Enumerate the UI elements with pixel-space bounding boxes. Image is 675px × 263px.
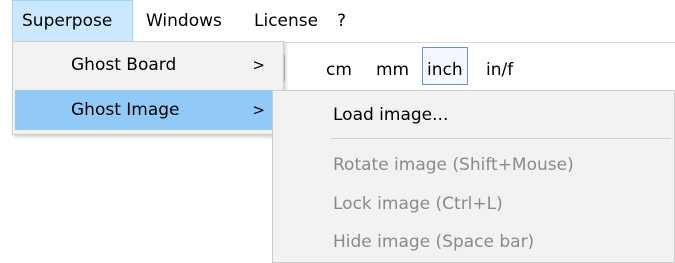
unit-inf-button[interactable]: in/f [482, 55, 517, 85]
menu-item-load-image[interactable]: Load image... [275, 95, 673, 135]
menu-item-label: Ghost Board [71, 55, 177, 75]
unit-toolbar: cm mm inch in/f [282, 42, 675, 91]
menu-license[interactable]: License [250, 0, 322, 42]
submenu-arrow-icon: > [252, 101, 265, 119]
menu-item-ghost-board[interactable]: Ghost Board > [15, 45, 281, 85]
menu-item-lock-image: Lock image (Ctrl+L) [333, 194, 503, 214]
unit-mm-button[interactable]: mm [372, 55, 413, 85]
menu-windows[interactable]: Windows [142, 0, 226, 42]
menu-help[interactable]: ? [333, 0, 350, 42]
ghost-image-submenu: Load image... Rotate image (Shift+Mouse)… [272, 90, 675, 263]
unit-inch-button[interactable]: inch [422, 47, 468, 85]
menu-separator [331, 138, 671, 139]
menu-item-label: Ghost Image [71, 100, 180, 120]
menu-item-ghost-image[interactable]: Ghost Image > [15, 90, 281, 130]
submenu-arrow-icon: > [252, 56, 265, 74]
superpose-dropdown: Ghost Board > Ghost Image > [12, 41, 284, 135]
menu-item-rotate-image: Rotate image (Shift+Mouse) [333, 155, 574, 175]
menu-superpose[interactable]: Superpose [12, 0, 133, 42]
app-window: Superpose Windows License ? cm mm inch i… [0, 0, 675, 263]
menu-item-hide-image: Hide image (Space bar) [333, 232, 535, 252]
menu-bar: Superpose Windows License ? [0, 0, 675, 42]
unit-cm-button[interactable]: cm [322, 55, 356, 85]
